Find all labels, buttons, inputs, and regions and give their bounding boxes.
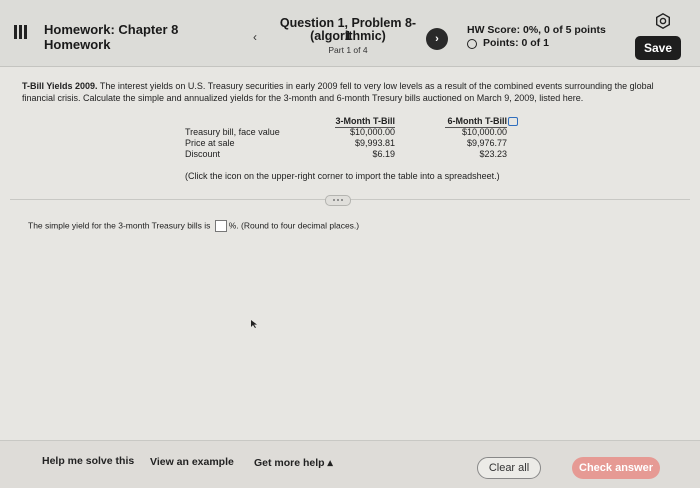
- table-cell: $23.23: [479, 149, 507, 159]
- clear-all-button[interactable]: Clear all: [477, 457, 541, 479]
- expand-toggle[interactable]: [325, 195, 351, 206]
- table-cell: $6.19: [372, 149, 395, 159]
- table-header-row: 3-Month T-Bill 6-Month T-Bill: [185, 116, 518, 128]
- table-row-label: Discount: [185, 149, 221, 159]
- previous-question-button[interactable]: ‹: [244, 26, 266, 48]
- table-cell: $9,976.77: [466, 138, 507, 148]
- table-import-note: (Click the icon on the upper-right corne…: [185, 171, 500, 181]
- table-cell: $10,000.00: [461, 127, 507, 137]
- table-row: Discount $6.19 $23.23: [185, 149, 515, 160]
- table-cell: $9,993.81: [354, 138, 395, 148]
- get-more-help-button[interactable]: Get more help ▴: [254, 457, 333, 469]
- problem-text: The interest yields on U.S. Treasury sec…: [22, 81, 654, 103]
- table-row-label: Treasury bill, face value: [185, 127, 280, 137]
- check-answer-button[interactable]: Check answer: [572, 457, 660, 479]
- spreadsheet-import-icon[interactable]: [508, 117, 518, 126]
- table-row: Treasury bill, face value $10,000.00 $10…: [185, 127, 515, 138]
- footer-bar: Help me solve this View an example Get m…: [0, 440, 700, 488]
- question-type: (algorithmic): [310, 29, 386, 43]
- help-me-solve-button[interactable]: Help me solve this: [42, 455, 134, 467]
- answer-input[interactable]: [214, 220, 227, 232]
- homework-subtitle: Homework: [44, 37, 111, 52]
- save-button[interactable]: Save: [635, 36, 681, 60]
- mouse-cursor-icon: [251, 320, 257, 328]
- problem-statement: T-Bill Yields 2009. The interest yields …: [22, 81, 672, 104]
- homework-title: Homework: Chapter 8: [44, 22, 179, 37]
- homework-page: Homework: Chapter 8 Homework ‹ Question …: [0, 0, 700, 488]
- settings-icon[interactable]: [655, 13, 671, 29]
- points-value: Points: 0 of 1: [483, 37, 549, 49]
- tbill-table: 3-Month T-Bill 6-Month T-Bill Treasury b…: [185, 116, 518, 181]
- question-part: Part 1 of 4: [328, 45, 368, 55]
- answer-prefix: The simple yield for the 3-month Treasur…: [28, 220, 211, 231]
- hw-score: HW Score: 0%, 0 of 5 points: [467, 24, 606, 36]
- header-bar: Homework: Chapter 8 Homework ‹ Question …: [0, 0, 700, 67]
- answer-prompt: The simple yield for the 3-month Treasur…: [28, 220, 359, 232]
- table-cell: $10,000.00: [349, 127, 395, 137]
- next-question-button[interactable]: ›: [426, 28, 448, 50]
- table-row-label: Price at sale: [185, 138, 235, 148]
- view-example-button[interactable]: View an example: [150, 456, 234, 468]
- problem-title: T-Bill Yields 2009.: [22, 81, 98, 91]
- answer-suffix: %. (Round to four decimal places.): [228, 220, 360, 231]
- points-circle-icon: [467, 39, 477, 49]
- menu-icon[interactable]: [14, 25, 28, 39]
- table-row: Price at sale $9,993.81 $9,976.77: [185, 138, 515, 149]
